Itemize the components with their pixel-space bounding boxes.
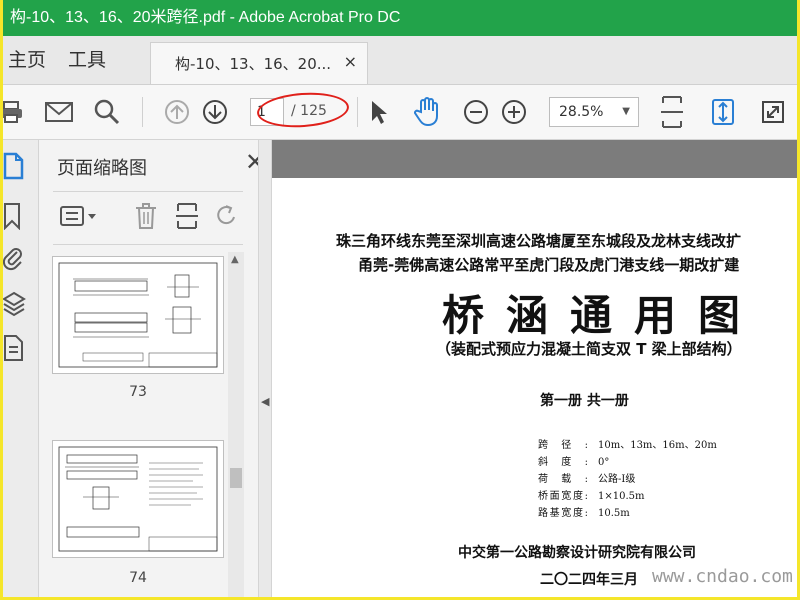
site-watermark: www.cndao.com [652,566,793,587]
spec-key: 路基宽度: [538,508,588,519]
organization-name: 中交第一公路勘察设计研究院有限公司 [458,545,696,561]
chevron-left-icon: ◀ [261,395,270,408]
spec-row: 桥面宽度: 1×10.5m [538,487,717,504]
spec-row: 跨径: 10m、13m、16m、20m [538,436,717,453]
select-cursor-icon[interactable] [362,95,396,129]
spec-row: 荷载: 公路-Ⅰ级 [538,470,717,487]
print-icon[interactable] [0,95,28,129]
mail-icon[interactable] [42,95,76,129]
toolbar-separator [357,97,358,127]
document-subtitle: （装配式预应力混凝土简支双 T 梁上部结构） [436,340,742,358]
fit-width-icon[interactable] [655,95,689,129]
trash-icon[interactable] [134,200,158,232]
project-title-line-2: 甬莞-莞佛高速公路常平至虎门段及虎门港支线一期改扩建 [358,256,740,274]
collapse-panel-handle[interactable]: ◀ [258,140,272,600]
tab-home[interactable]: 主页 [0,36,54,84]
tab-tools[interactable]: 工具 [60,36,114,84]
hand-icon[interactable] [410,95,444,129]
toolbar-separator [142,97,143,127]
zoom-value: 28.5% [559,104,604,120]
red-circle-annotation [255,89,351,131]
prev-page-icon[interactable] [160,95,194,129]
divider [53,244,243,245]
zoom-select[interactable]: 28.5% ▼ [549,97,639,127]
scroll-up-icon[interactable]: ▲ [231,254,239,265]
thumbnail-label: 73 [129,384,147,400]
spec-key: 荷载: [538,474,588,485]
page-gap [272,140,800,178]
insert-page-icon[interactable] [174,200,200,232]
spec-key: 桥面宽度: [538,491,588,502]
left-rail [0,140,39,600]
chevron-down-icon: ▼ [622,106,630,117]
close-tab-icon[interactable]: × [344,52,357,71]
document-viewer[interactable]: 珠三角环线东莞至深圳高速公路塘厦至东城段及龙林支线改扩 甬莞-莞佛高速公路常平至… [272,140,800,600]
document-date: 二〇二四年三月 [540,572,638,588]
spec-key: 跨径: [538,440,588,451]
zoom-in-icon[interactable] [497,95,531,129]
panel-title: 页面缩略图 [57,158,147,179]
spec-value: 0° [598,457,610,468]
thumbnail-label: 74 [129,570,147,586]
search-icon[interactable] [90,95,124,129]
spec-value: 10.5m [598,508,630,519]
window-title-bar: 构-10、13、16、20米跨径.pdf - Adobe Acrobat Pro… [0,0,800,36]
thumbnail-scrollbar[interactable]: ▲ [228,252,244,600]
spec-value: 公路-Ⅰ级 [598,474,636,485]
layers-icon[interactable] [2,290,28,318]
full-screen-icon[interactable] [756,95,790,129]
volume-label: 第一册 共一册 [540,393,629,409]
fit-page-icon[interactable] [706,95,740,129]
spec-row: 路基宽度: 10.5m [538,504,717,521]
spec-value: 1×10.5m [598,491,645,502]
page-thumbnail-73[interactable] [52,256,224,374]
spec-value: 10m、13m、16m、20m [598,440,717,451]
tab-document[interactable]: 构-10、13、16、20... × [150,42,368,84]
thumbnails-panel: 页面缩略图 ✕ 73 74 ▲ [39,140,265,600]
spec-row: 斜度: 0° [538,453,717,470]
document-icon[interactable] [2,334,28,362]
page-thumbnail-74[interactable] [52,440,224,558]
toolbar: 1 / 125 28.5% ▼ [0,85,800,140]
tab-document-label: 构-10、13、16、20... [175,55,332,73]
pdf-page: 珠三角环线东莞至深圳高速公路塘厦至东城段及龙林支线改扩 甬莞-莞佛高速公路常平至… [272,178,800,600]
thumbnail-options-icon[interactable] [59,200,99,232]
rotate-icon[interactable] [214,200,240,232]
document-main-title: 桥涵通用图 [442,291,763,340]
divider [53,191,243,192]
project-title-line-1: 珠三角环线东莞至深圳高速公路塘厦至东城段及龙林支线改扩 [336,232,742,250]
scrollbar-thumb[interactable] [230,468,242,488]
spec-list: 跨径: 10m、13m、16m、20m 斜度: 0° 荷载: 公路-Ⅰ级 桥面宽度: 1… [538,436,717,521]
attachment-icon[interactable] [2,244,28,272]
spec-key: 斜度: [538,457,588,468]
bookmark-icon[interactable] [2,202,28,231]
window-title: 构-10、13、16、20米跨径.pdf - Adobe Acrobat Pro… [10,9,401,26]
tab-bar: 主页 工具 构-10、13、16、20... × [0,36,800,85]
next-page-icon[interactable] [198,95,232,129]
page-thumbnails-icon[interactable] [2,152,28,180]
zoom-out-icon[interactable] [459,95,493,129]
